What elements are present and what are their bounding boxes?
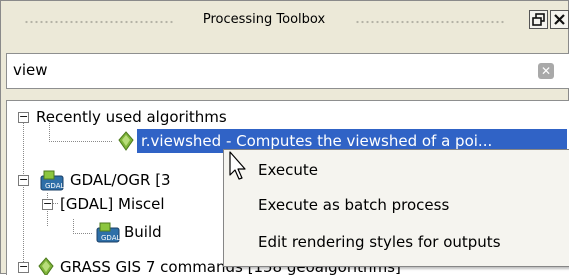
menu-item-execute-batch[interactable]: Execute as batch process bbox=[224, 189, 569, 221]
collapse-toggle[interactable]: − bbox=[18, 111, 29, 123]
search-box[interactable]: ✕ bbox=[6, 53, 569, 89]
svg-text:GDAL: GDAL bbox=[101, 234, 120, 242]
collapse-toggle[interactable]: − bbox=[18, 174, 29, 186]
collapse-toggle[interactable]: − bbox=[42, 198, 53, 210]
gdal-toolbox-icon: GDAL bbox=[96, 222, 120, 243]
gdal-toolbox-icon: GDAL bbox=[40, 170, 64, 191]
close-panel-button[interactable] bbox=[550, 10, 569, 29]
tree-item-label: Build bbox=[124, 223, 162, 241]
tree-group-label: Recently used algorithms bbox=[36, 108, 227, 126]
menu-item-edit-rendering-styles[interactable]: Edit rendering styles for outputs bbox=[224, 226, 569, 258]
tree-group-label: [GDAL] Miscel bbox=[60, 195, 165, 213]
search-input[interactable] bbox=[13, 61, 513, 79]
context-menu: Execute Execute as batch process Edit re… bbox=[223, 149, 569, 267]
svg-text:GDAL: GDAL bbox=[45, 182, 64, 190]
float-panel-button[interactable] bbox=[529, 10, 548, 29]
grass-algorithm-icon bbox=[118, 131, 134, 151]
grass-algorithm-icon bbox=[38, 257, 54, 275]
close-icon bbox=[554, 14, 565, 25]
mouse-pointer-icon bbox=[229, 151, 246, 180]
panel-title-container: Processing Toolbox bbox=[2, 12, 526, 27]
menu-item-label: Execute bbox=[258, 161, 318, 179]
menu-item-label: Execute as batch process bbox=[258, 196, 450, 214]
menu-item-label: Edit rendering styles for outputs bbox=[258, 233, 501, 251]
tree-item-label: r.viewshed - Computes the viewshed of a … bbox=[141, 132, 493, 150]
panel-title: Processing Toolbox bbox=[194, 12, 334, 27]
panel-titlebar[interactable]: Processing Toolbox bbox=[2, 2, 569, 40]
collapse-toggle[interactable]: − bbox=[18, 261, 29, 273]
tree-group-label: GDAL/OGR [3 bbox=[70, 171, 171, 189]
menu-item-execute[interactable]: Execute bbox=[224, 154, 569, 186]
restore-icon bbox=[532, 13, 545, 26]
processing-toolbox-panel: Processing Toolbox ✕ − bbox=[0, 0, 569, 275]
clear-icon: ✕ bbox=[540, 64, 552, 78]
tree-group-recent[interactable]: − Recently used algorithms bbox=[7, 105, 569, 129]
clear-search-button[interactable]: ✕ bbox=[538, 63, 554, 79]
